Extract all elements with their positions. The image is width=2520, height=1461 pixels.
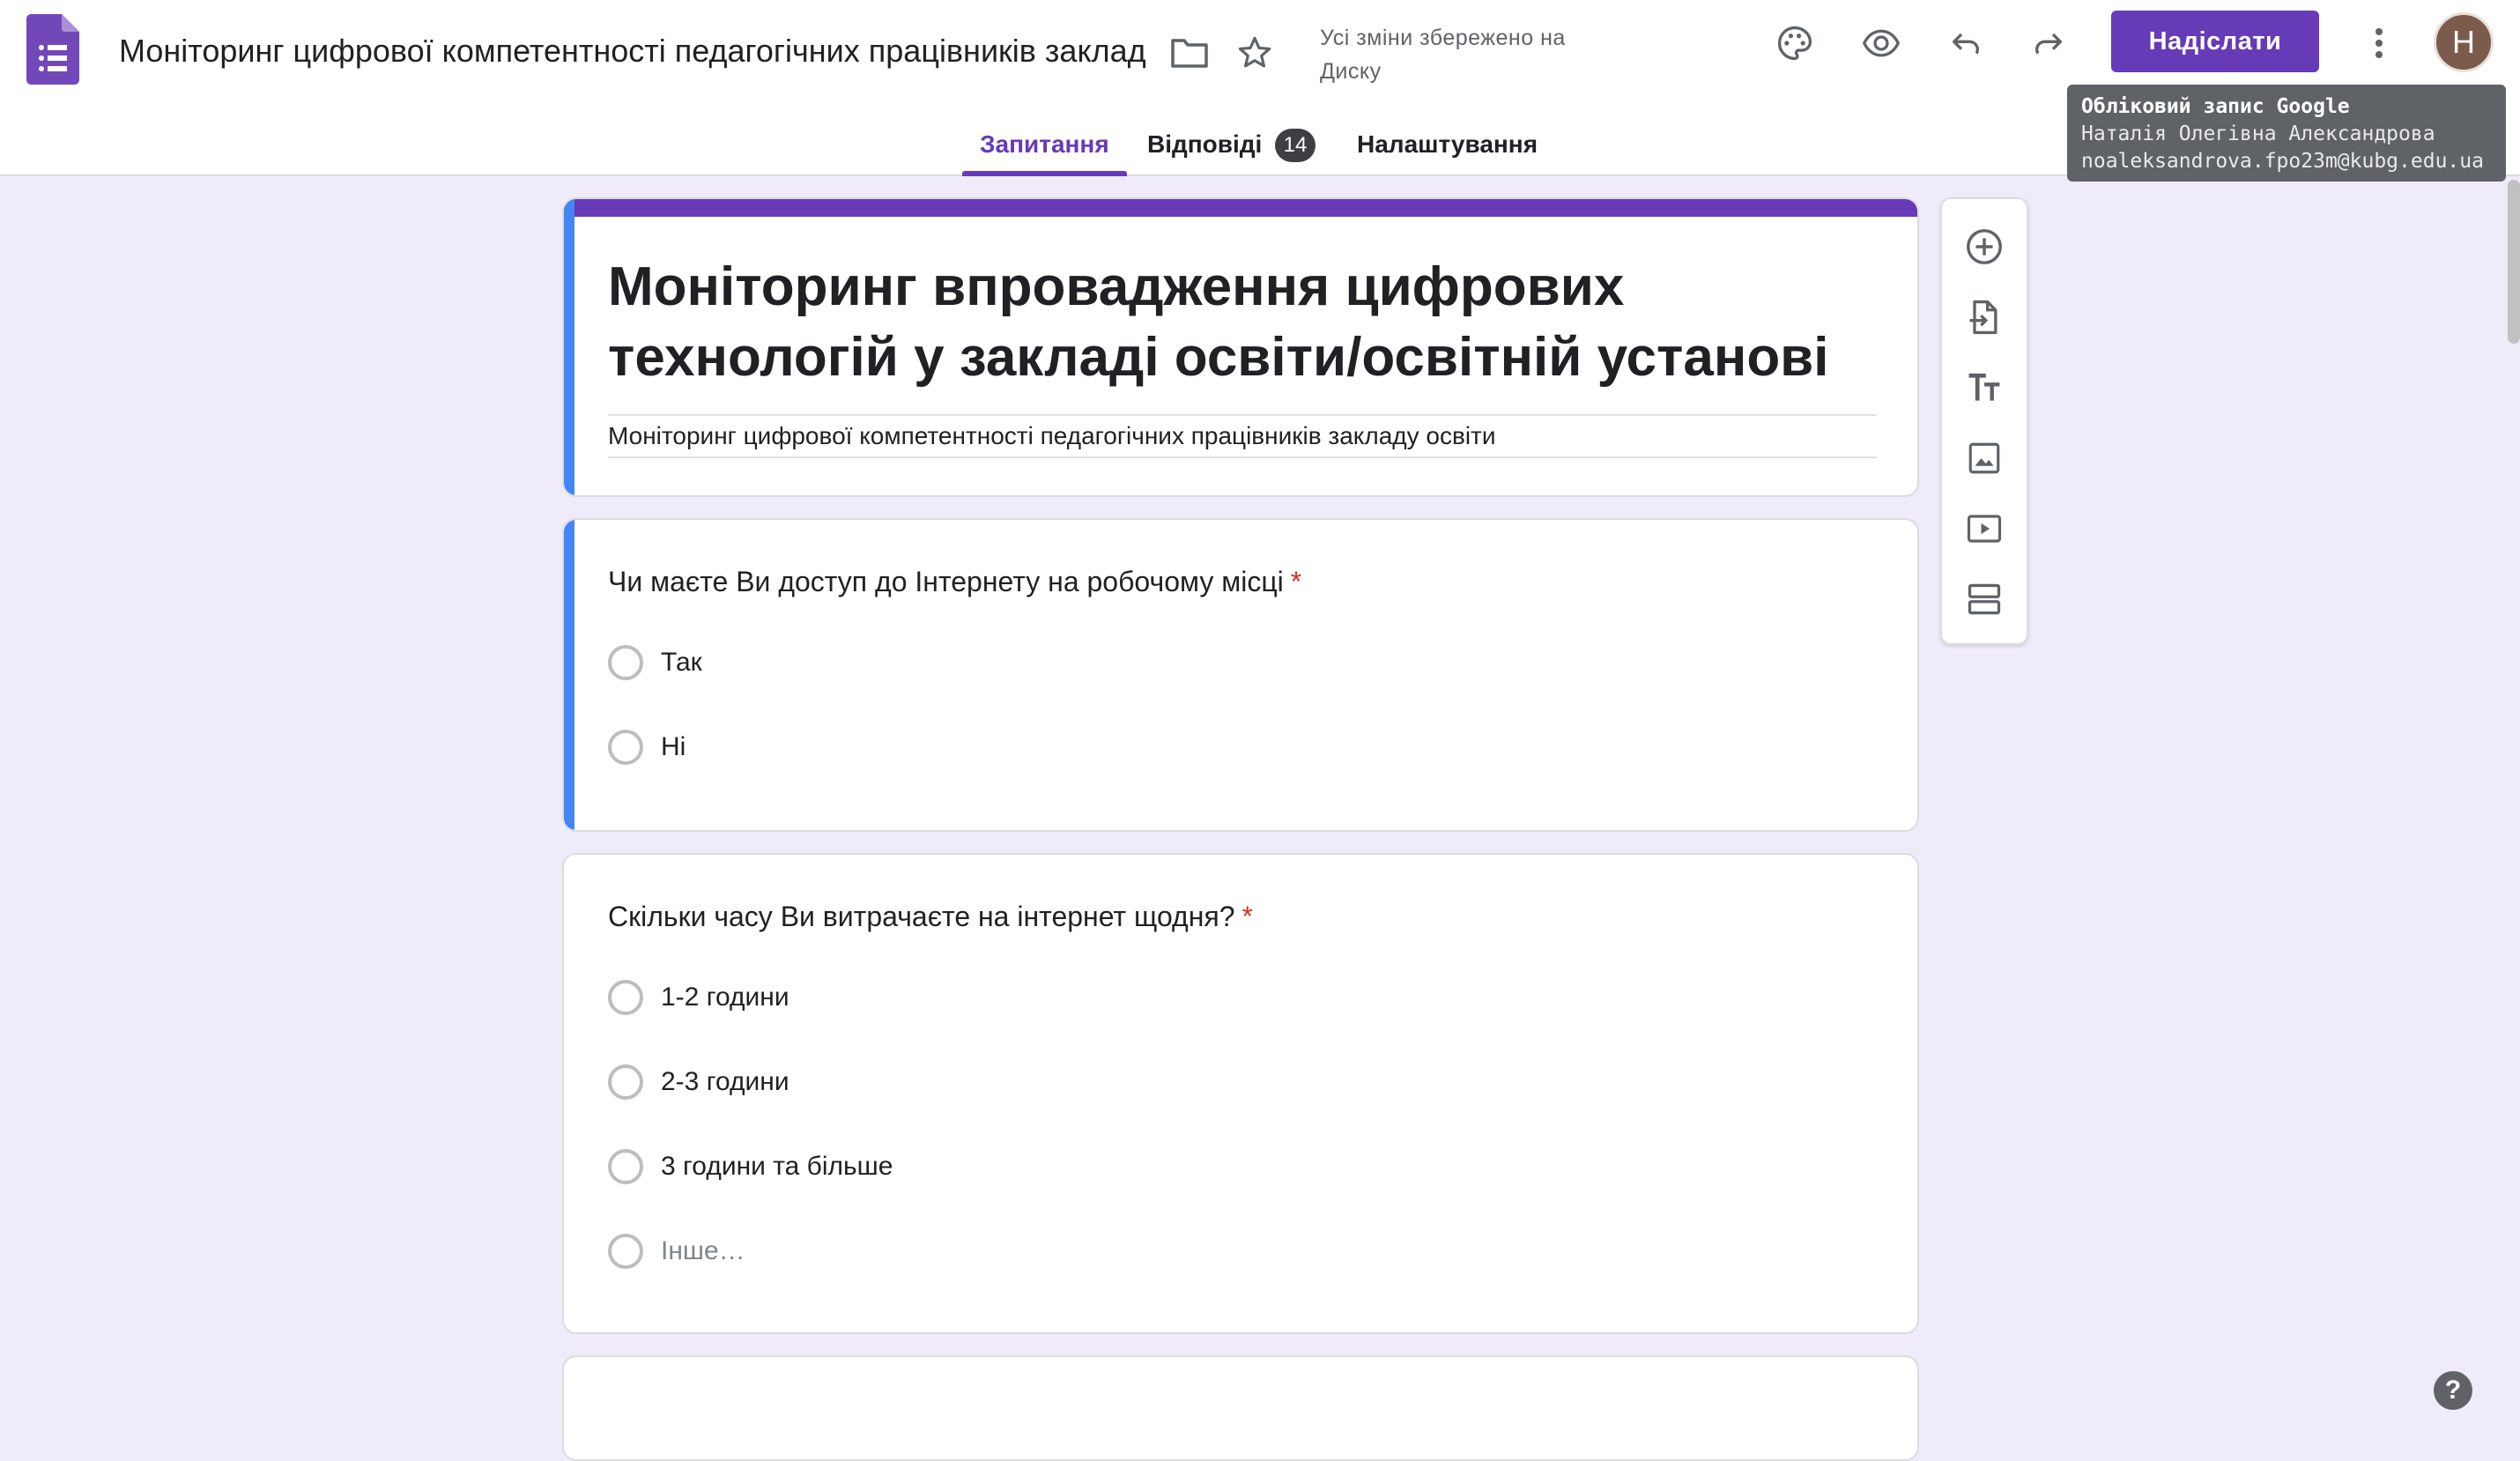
folder-icon[interactable] [1165,30,1214,76]
send-button[interactable]: Надіслати [2111,11,2319,72]
radio-button[interactable] [608,1234,643,1269]
account-tooltip: Обліковий запис Google Наталія Олегівна … [2067,85,2506,182]
card-focus-stripe [564,520,574,830]
option-label: Так [661,648,702,677]
radio-button[interactable] [608,645,643,680]
star-icon[interactable] [1230,28,1279,78]
radio-button[interactable] [608,1064,643,1100]
form-description[interactable]: Моніторинг цифрової компетентності педаг… [608,414,1877,458]
question-title: Скільки часу Ви витрачаєте на інтернет щ… [608,897,1253,936]
required-asterisk: * [1241,901,1253,932]
form-title[interactable]: Моніторинг впровадження цифрових техноло… [608,252,1842,393]
option-label: Ні [661,732,686,761]
add-video-icon[interactable] [1942,493,2027,564]
radio-option[interactable]: Так [608,641,702,685]
save-status-text: Усі зміни збережено на Диску [1320,26,1566,84]
tab-settings[interactable]: Налаштування [1357,120,1538,176]
option-label: 3 години та більше [661,1152,893,1181]
more-vert-icon[interactable] [2361,19,2397,67]
question-title: Чи маєте Ви доступ до Інтернету на робоч… [608,562,1301,601]
question-card[interactable]: Скільки часу Ви витрачаєте на інтернет щ… [562,853,1919,1334]
document-title-input[interactable]: Моніторинг цифрової компетентності педаг… [119,25,1160,78]
radio-button[interactable] [608,1149,643,1184]
card-accent-stripe [564,199,1917,217]
tab-questions[interactable]: Запитання [962,120,1127,176]
card-focus-stripe [564,199,574,495]
tab-responses[interactable]: Відповіді [1147,120,1262,176]
question-card[interactable]: Чи маєте Ви доступ до Інтернету на робоч… [562,518,1919,832]
undo-icon[interactable] [1942,19,1990,67]
option-label: 1-2 години [661,983,789,1012]
question-card[interactable] [562,1355,1919,1461]
radio-button[interactable] [608,980,643,1015]
tooltip-user-name: Наталія Олегівна Александрова [2081,122,2435,145]
redo-icon[interactable] [2025,19,2072,67]
import-questions-icon[interactable] [1942,282,2027,352]
help-button[interactable]: ? [2434,1371,2472,1410]
add-title-icon[interactable] [1942,352,2027,423]
form-title-card[interactable]: Моніторинг впровадження цифрових техноло… [562,197,1919,497]
responses-count-badge: 14 [1275,129,1316,162]
radio-button[interactable] [608,730,643,765]
question-text: Чи маєте Ви доступ до Інтернету на робоч… [608,566,1284,597]
add-question-icon[interactable] [1942,211,2027,282]
question-text: Скільки часу Ви витрачаєте на інтернет щ… [608,901,1235,932]
account-avatar[interactable]: Н [2434,12,2494,72]
tooltip-heading: Обліковий запис Google [2081,95,2350,118]
radio-option[interactable]: 1-2 години [608,975,789,1020]
option-label: Інше… [661,1236,745,1265]
palette-icon[interactable] [1771,19,1819,67]
radio-option[interactable]: 2-3 години [608,1060,789,1104]
preview-eye-icon[interactable] [1856,19,1907,67]
radio-option[interactable]: Ні [608,725,686,769]
add-section-icon[interactable] [1942,564,2027,634]
radio-option-other[interactable]: Інше… [608,1229,745,1273]
forms-logo-icon[interactable] [26,14,79,85]
tooltip-user-email: noaleksandrova.fpo23m@kubg.edu.ua [2081,150,2484,173]
add-image-icon[interactable] [1942,423,2027,493]
radio-option[interactable]: 3 години та більше [608,1145,893,1189]
page-scrollbar[interactable] [2508,180,2520,344]
option-label: 2-3 години [661,1067,789,1096]
floating-toolbar [1940,197,2028,645]
required-asterisk: * [1290,566,1302,597]
